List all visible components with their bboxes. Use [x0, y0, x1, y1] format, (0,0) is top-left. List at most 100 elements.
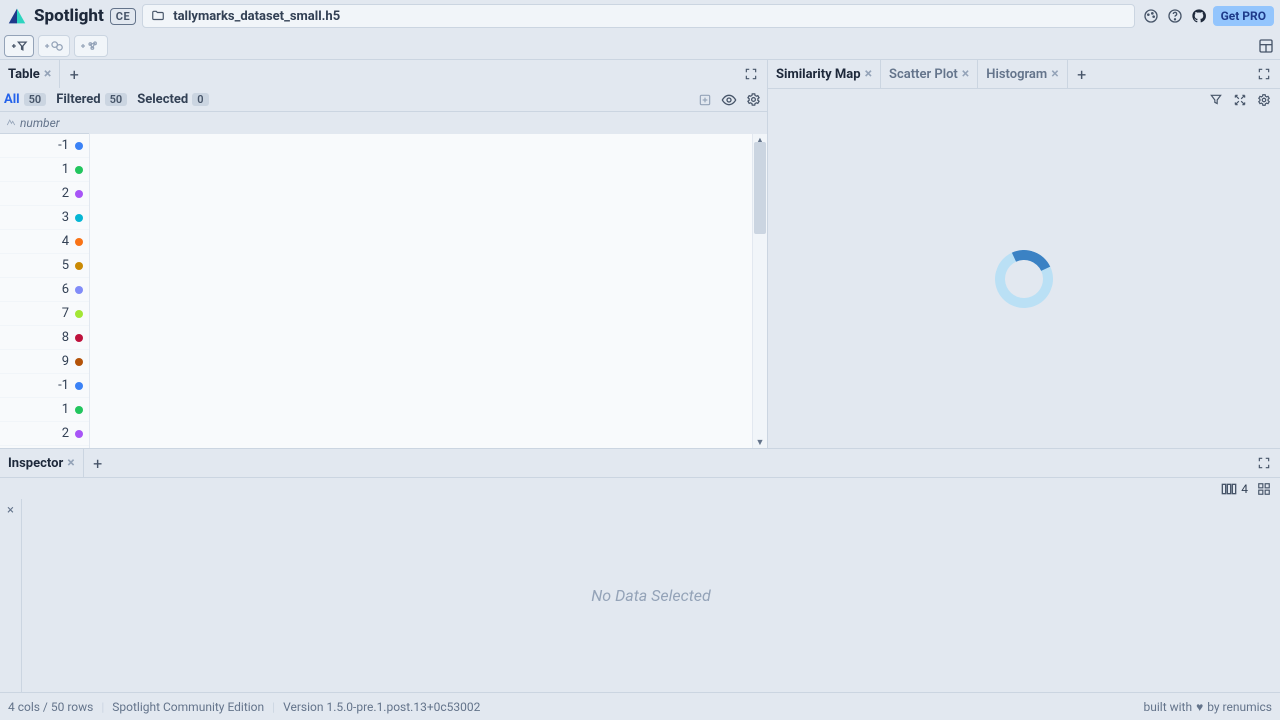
- add-group-button[interactable]: [38, 35, 70, 57]
- tab-scatter-plot[interactable]: Scatter Plot ×: [881, 60, 978, 88]
- color-dot-icon: [75, 382, 83, 390]
- expand-icon[interactable]: [1230, 90, 1250, 110]
- status-bar: 4 cols / 50 rows | Spotlight Community E…: [0, 692, 1280, 720]
- maximize-icon[interactable]: [1254, 453, 1274, 473]
- layout-icon[interactable]: [1256, 36, 1276, 56]
- palette-icon[interactable]: [1141, 6, 1161, 26]
- cell-value: 2: [62, 426, 69, 441]
- github-icon[interactable]: [1189, 6, 1209, 26]
- close-icon[interactable]: ×: [1051, 66, 1058, 82]
- status-shape: 4 cols / 50 rows: [8, 700, 93, 714]
- add-tab-button[interactable]: +: [84, 449, 112, 477]
- table-row[interactable]: 8: [0, 326, 89, 350]
- scroll-thumb[interactable]: [754, 142, 766, 234]
- table-row[interactable]: 5: [0, 254, 89, 278]
- color-dot-icon: [75, 334, 83, 342]
- table-row[interactable]: 3: [0, 206, 89, 230]
- cell-value: 3: [62, 210, 69, 225]
- close-icon[interactable]: ×: [67, 455, 74, 471]
- left-tabstrip: Table × +: [0, 60, 767, 88]
- count-filtered[interactable]: Filtered 50: [56, 92, 127, 107]
- tab-table[interactable]: Table ×: [0, 60, 60, 88]
- color-dot-icon: [75, 142, 83, 150]
- close-icon[interactable]: ×: [962, 66, 969, 82]
- cell-value: 7: [62, 306, 69, 321]
- color-dot-icon: [75, 286, 83, 294]
- table-row[interactable]: 2: [0, 182, 89, 206]
- scrollbar[interactable]: ▲ ▼: [752, 134, 767, 448]
- tab-label: Table: [8, 67, 40, 82]
- tab-similarity-map[interactable]: Similarity Map ×: [768, 60, 881, 88]
- tab-histogram[interactable]: Histogram ×: [978, 60, 1067, 88]
- inspector-toolbar: 4: [0, 477, 1280, 499]
- cell-value: -1: [58, 378, 69, 393]
- close-icon[interactable]: ×: [7, 503, 14, 518]
- map-toolbar: [768, 88, 1280, 110]
- filter-icon[interactable]: [1206, 90, 1226, 110]
- count-all[interactable]: All 50: [4, 92, 46, 107]
- add-column-icon[interactable]: [695, 90, 715, 110]
- scroll-down-icon[interactable]: ▼: [753, 436, 767, 448]
- cell-value: 5: [62, 258, 69, 273]
- cell-value: -1: [58, 138, 69, 153]
- status-credits: built with ♥ by renumics: [1144, 700, 1273, 714]
- cell-value: 4: [62, 234, 69, 249]
- get-pro-button[interactable]: Get PRO: [1213, 6, 1274, 26]
- table-row[interactable]: 1: [0, 158, 89, 182]
- status-version: Version 1.5.0-pre.1.post.13+0c53002: [283, 700, 480, 714]
- color-dot-icon: [75, 358, 83, 366]
- filter-toolbar: [0, 32, 1280, 60]
- inspector-panel: Inspector × + 4 × No Data Selected: [0, 448, 1280, 692]
- tab-inspector[interactable]: Inspector ×: [0, 449, 84, 477]
- brand-name: Spotlight: [34, 6, 104, 26]
- color-dot-icon: [75, 238, 83, 246]
- right-tabstrip: Similarity Map × Scatter Plot × Histogra…: [768, 60, 1280, 88]
- help-icon[interactable]: [1165, 6, 1185, 26]
- app-logo: [6, 5, 28, 27]
- table-row[interactable]: 6: [0, 278, 89, 302]
- view-columns-control[interactable]: 4: [1221, 482, 1248, 496]
- add-cluster-button[interactable]: [74, 35, 108, 57]
- cell-value: 6: [62, 282, 69, 297]
- table-row[interactable]: 9: [0, 350, 89, 374]
- left-pane: Table × + All 50 Filtered 50 Selected 0: [0, 60, 768, 448]
- table-empty-area: ▲ ▼: [90, 112, 767, 448]
- table-row[interactable]: -1: [0, 374, 89, 398]
- close-icon[interactable]: ×: [865, 66, 872, 82]
- cell-value: 2: [62, 186, 69, 201]
- gear-icon[interactable]: [1254, 90, 1274, 110]
- color-dot-icon: [75, 262, 83, 270]
- loading-spinner-icon: [987, 242, 1061, 316]
- color-dot-icon: [75, 406, 83, 414]
- cell-value: 1: [62, 402, 69, 417]
- status-edition: Spotlight Community Edition: [112, 700, 264, 714]
- column-header[interactable]: number: [0, 112, 89, 134]
- file-name: tallymarks_dataset_small.h5: [173, 9, 340, 24]
- table-row[interactable]: 7: [0, 302, 89, 326]
- cell-value: 9: [62, 354, 69, 369]
- add-tab-button[interactable]: +: [1068, 60, 1096, 88]
- file-path-box[interactable]: tallymarks_dataset_small.h5: [142, 4, 1134, 28]
- edition-badge: CE: [110, 8, 136, 25]
- table-row[interactable]: 2: [0, 422, 89, 446]
- column-number: number -1 1 2 3 4 5 6 7 8 9 -1 1 2: [0, 112, 90, 448]
- counts-row: All 50 Filtered 50 Selected 0: [0, 88, 767, 112]
- maximize-icon[interactable]: [741, 64, 761, 84]
- color-dot-icon: [75, 310, 83, 318]
- folder-icon: [151, 9, 165, 23]
- cell-value: 1: [62, 162, 69, 177]
- add-filter-button[interactable]: [4, 35, 34, 57]
- maximize-icon[interactable]: [1254, 64, 1274, 84]
- table-row[interactable]: 4: [0, 230, 89, 254]
- top-bar: Spotlight CE tallymarks_dataset_small.h5…: [0, 0, 1280, 32]
- grid-icon[interactable]: [1254, 479, 1274, 499]
- gear-icon[interactable]: [743, 90, 763, 110]
- color-dot-icon: [75, 190, 83, 198]
- inspector-tabstrip: Inspector × +: [0, 449, 1280, 477]
- close-icon[interactable]: ×: [44, 66, 51, 82]
- count-selected[interactable]: Selected 0: [137, 92, 208, 107]
- visibility-icon[interactable]: [719, 90, 739, 110]
- table-row[interactable]: 1: [0, 398, 89, 422]
- add-tab-button[interactable]: +: [60, 60, 88, 88]
- table-row[interactable]: -1: [0, 134, 89, 158]
